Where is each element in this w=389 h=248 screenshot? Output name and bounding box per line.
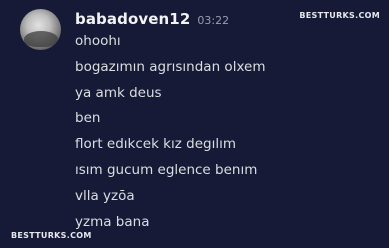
message-text: ohoohı [75,33,121,49]
message-timestamp: 03:22 [197,14,230,27]
message-text: ısım gucum eglence benım [75,161,258,178]
message-text: vlla yzōa [75,187,135,204]
message-list: ohoohı bogazımın agrısından olxem ya amk… [75,32,265,238]
message-text: bogazımın agrısından olxem [75,58,266,75]
avatar-photo-shade [24,31,58,47]
username[interactable]: babadoven12 [75,10,190,28]
message-text: ya amk deus [75,84,162,101]
watermark-bottom: BESTTURKS.COM [11,231,92,240]
message-text: yzma bana [75,213,150,230]
message-header: babadoven12 03:22 [75,10,229,30]
user-avatar[interactable] [20,9,61,50]
message-text: flort edıkcek kız degılım [75,136,236,153]
message-text: ben [75,110,101,127]
watermark-top: BESTTURKS.COM [299,11,380,20]
